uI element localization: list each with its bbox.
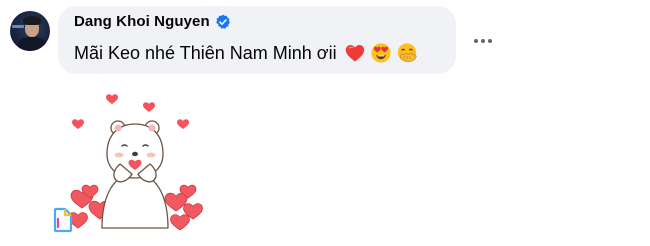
floating-heart-icon xyxy=(72,119,84,129)
heart-eyes-emoji-icon xyxy=(370,43,391,63)
verified-badge-icon xyxy=(215,14,230,29)
face-with-hand-over-mouth-emoji-icon xyxy=(397,43,417,63)
comment-text: Mãi Keo nhé Thiên Nam Minh ơii xyxy=(74,42,337,63)
floating-heart-icon xyxy=(177,119,189,129)
floating-heart-icon xyxy=(106,94,118,104)
bear-hearts-sticker[interactable] xyxy=(60,90,210,230)
avatar-body xyxy=(18,37,46,51)
file-gif-badge-icon xyxy=(53,207,73,233)
author-row: Dang Khoi Nguyen xyxy=(74,13,231,30)
author-name[interactable]: Dang Khoi Nguyen xyxy=(74,13,210,30)
comment-bubble: Dang Khoi Nguyen Mãi Keo nhé Thiên Nam M… xyxy=(58,6,456,74)
avatar-text-overlay xyxy=(12,25,24,28)
avatar-hair xyxy=(23,16,41,25)
red-heart-emoji-icon xyxy=(345,45,364,62)
floating-heart-icon xyxy=(143,102,155,112)
more-dot-icon xyxy=(474,39,478,43)
more-dot-icon xyxy=(481,39,485,43)
more-dot-icon xyxy=(488,39,492,43)
avatar[interactable] xyxy=(10,11,50,51)
comment-text-row: Mãi Keo nhé Thiên Nam Minh ơii xyxy=(74,42,418,64)
more-options-button[interactable] xyxy=(470,28,496,54)
